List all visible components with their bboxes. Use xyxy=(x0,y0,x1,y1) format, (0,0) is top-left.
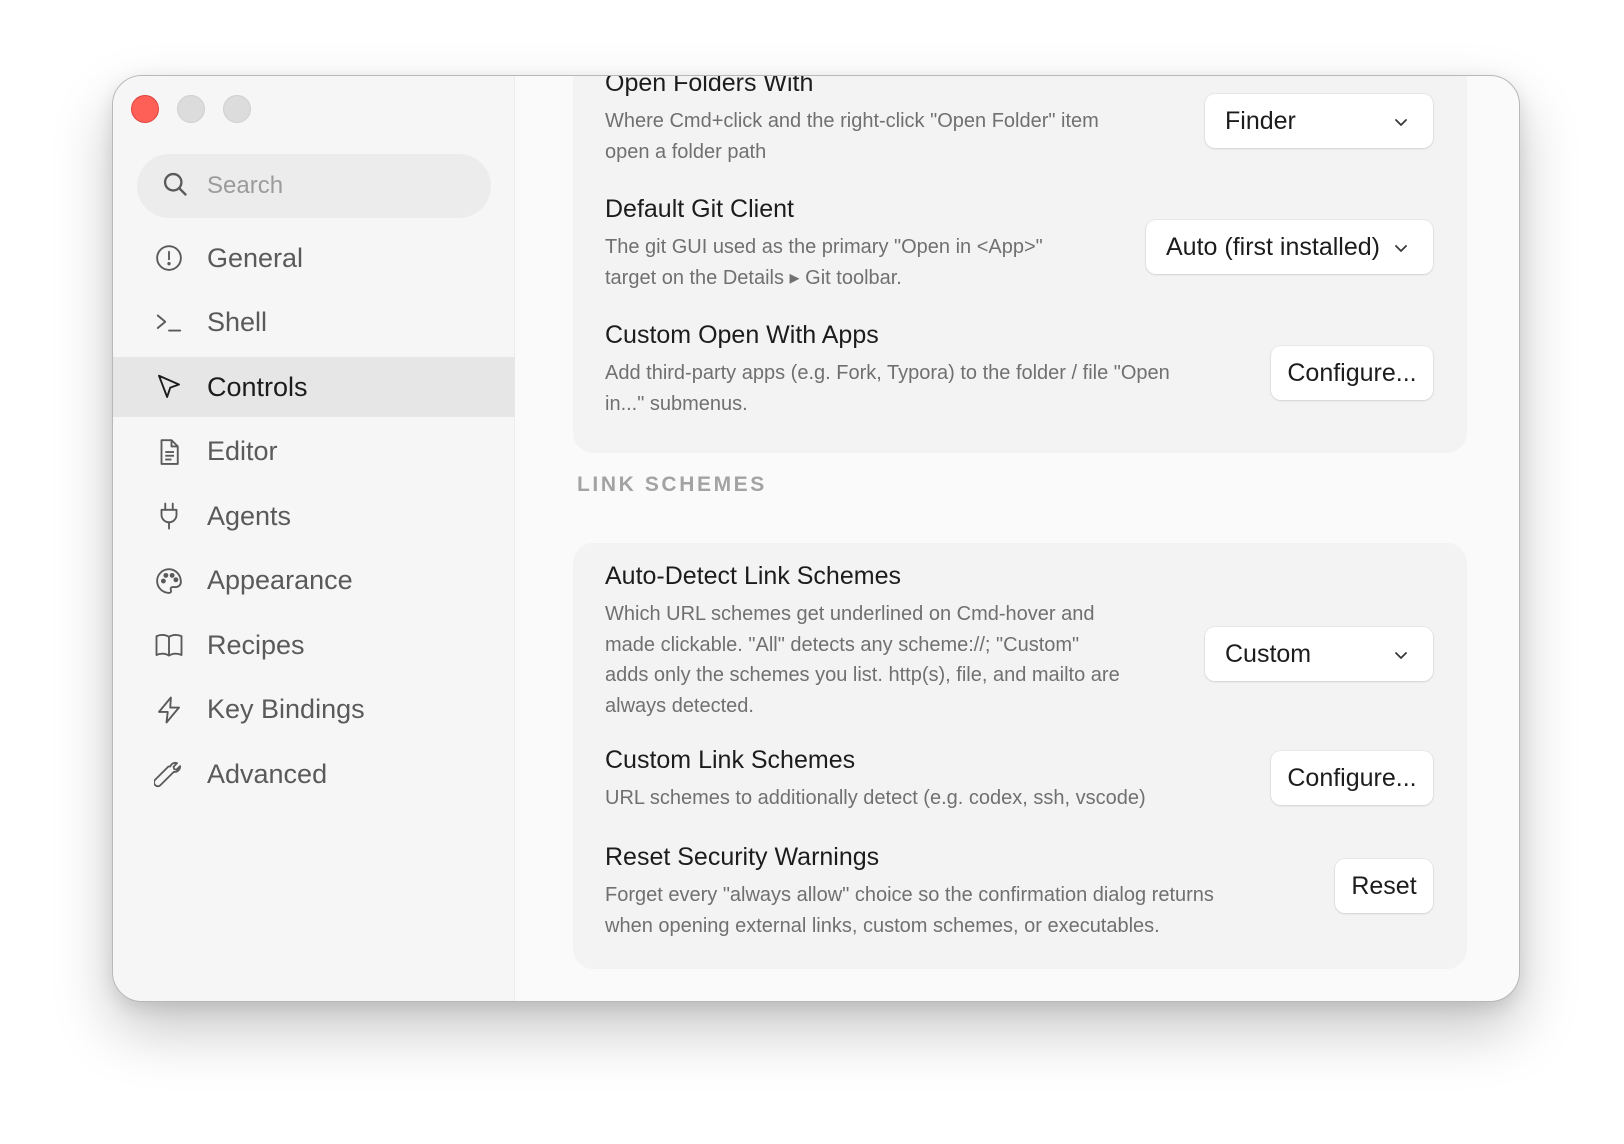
search-field[interactable]: Search xyxy=(137,154,491,218)
setting-description: Where Cmd+click and the right-click "Ope… xyxy=(605,110,1099,163)
sidebar-item-label: Recipes xyxy=(207,629,305,660)
zoom-window-button[interactable] xyxy=(223,95,251,123)
setting-title: Auto-Detect Link Schemes xyxy=(605,562,901,590)
open-with-settings-card: Open Folders With Where Cmd+click and th… xyxy=(573,76,1467,453)
default-git-client-dropdown[interactable]: Auto (first installed) xyxy=(1146,220,1433,274)
setting-description: Which URL schemes get underlined on Cmd-… xyxy=(605,603,1120,717)
sidebar: Search General Shell Controls Editor Age… xyxy=(113,76,515,1001)
custom-open-with-apps-row: Custom Open With Apps Add third-party ap… xyxy=(573,321,1467,438)
custom-link-schemes-row: Custom Link Schemes URL schemes to addit… xyxy=(573,746,1467,827)
document-icon xyxy=(153,436,185,468)
link-schemes-settings-card: Auto-Detect Link Schemes Which URL schem… xyxy=(573,543,1467,969)
wrench-icon xyxy=(153,758,185,790)
setting-title: Custom Open With Apps xyxy=(605,321,879,349)
chevron-down-icon xyxy=(1391,643,1411,663)
sidebar-item-advanced[interactable]: Advanced xyxy=(113,744,515,804)
sidebar-item-key-bindings[interactable]: Key Bindings xyxy=(113,680,515,740)
book-icon xyxy=(153,629,185,661)
sidebar-item-label: General xyxy=(207,242,304,273)
sidebar-item-label: Agents xyxy=(207,500,292,531)
sidebar-item-label: Appearance xyxy=(207,565,353,595)
configure-link-schemes-button[interactable]: Configure... xyxy=(1271,751,1433,805)
setting-description: URL schemes to additionally detect (e.g.… xyxy=(605,787,1146,809)
sidebar-item-appearance[interactable]: Appearance xyxy=(113,551,515,611)
setting-description: Add third-party apps (e.g. Fork, Typora)… xyxy=(605,362,1170,415)
auto-detect-link-schemes-dropdown[interactable]: Custom xyxy=(1205,627,1433,681)
default-git-client-row: Default Git Client The git GUI used as t… xyxy=(573,195,1467,312)
open-folders-with-dropdown[interactable]: Finder xyxy=(1205,94,1433,148)
dropdown-value: Custom xyxy=(1225,639,1312,668)
chevron-down-icon xyxy=(1391,236,1411,256)
sidebar-item-controls[interactable]: Controls xyxy=(113,357,515,417)
sidebar-item-label: Advanced xyxy=(207,758,328,789)
setting-title: Open Folders With xyxy=(605,76,814,97)
sidebar-item-agents[interactable]: Agents xyxy=(113,486,515,546)
sidebar-item-shell[interactable]: Shell xyxy=(113,293,515,353)
sidebar-item-editor[interactable]: Editor xyxy=(113,422,515,482)
sidebar-item-label: Shell xyxy=(207,307,268,337)
dropdown-value: Finder xyxy=(1225,106,1296,135)
section-header-link-schemes: LINK SCHEMES xyxy=(577,473,767,496)
plug-icon xyxy=(153,500,185,532)
sidebar-item-recipes[interactable]: Recipes xyxy=(113,615,515,675)
sidebar-item-label: Editor xyxy=(207,436,278,466)
reset-security-warnings-button[interactable]: Reset xyxy=(1335,859,1433,913)
lightning-icon xyxy=(153,694,185,726)
close-window-button[interactable] xyxy=(131,95,159,123)
settings-content: Open Folders With Where Cmd+click and th… xyxy=(515,76,1519,1001)
search-icon xyxy=(161,170,189,203)
setting-description: The git GUI used as the primary "Open in… xyxy=(605,236,1043,289)
auto-detect-link-schemes-row: Auto-Detect Link Schemes Which URL schem… xyxy=(573,562,1467,733)
minimize-window-button[interactable] xyxy=(177,95,205,123)
search-placeholder: Search xyxy=(207,172,284,199)
chevron-down-icon xyxy=(1391,110,1411,130)
dropdown-value: Auto (first installed) xyxy=(1166,232,1380,261)
exclamation-circle-icon xyxy=(153,242,185,274)
sidebar-item-general[interactable]: General xyxy=(113,228,515,288)
terminal-prompt-icon xyxy=(153,307,185,339)
setting-title: Default Git Client xyxy=(605,195,794,223)
sidebar-item-label: Key Bindings xyxy=(207,694,365,724)
palette-icon xyxy=(153,565,185,597)
sidebar-item-label: Controls xyxy=(207,371,308,402)
setting-description: Forget every "always allow" choice so th… xyxy=(605,884,1214,937)
reset-security-warnings-row: Reset Security Warnings Forget every "al… xyxy=(573,843,1467,954)
setting-title: Reset Security Warnings xyxy=(605,843,880,871)
configure-open-with-apps-button[interactable]: Configure... xyxy=(1271,346,1433,400)
sidebar-nav: General Shell Controls Editor Agents App… xyxy=(113,228,515,809)
open-folders-with-row: Open Folders With Where Cmd+click and th… xyxy=(573,76,1467,186)
settings-window: Search General Shell Controls Editor Age… xyxy=(112,75,1520,1002)
setting-title: Custom Link Schemes xyxy=(605,746,856,774)
cursor-pointer-icon xyxy=(153,371,185,403)
